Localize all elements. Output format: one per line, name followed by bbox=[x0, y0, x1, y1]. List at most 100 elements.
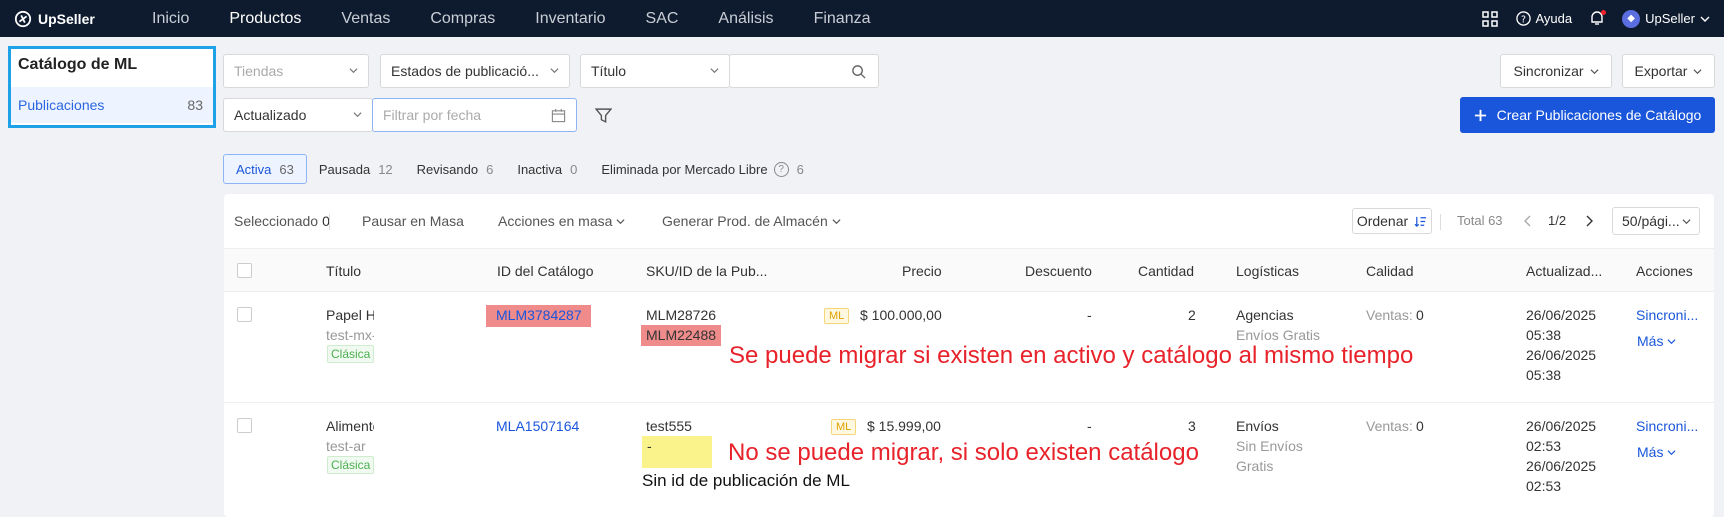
prev-page-icon[interactable] bbox=[1523, 215, 1533, 227]
col-id-catalogo[interactable]: ID del Catálogo bbox=[497, 263, 594, 279]
chevron-down-icon bbox=[616, 218, 625, 224]
stores-select[interactable]: Tiendas bbox=[223, 54, 369, 88]
nav-compras[interactable]: Compras bbox=[430, 10, 495, 28]
highlight-missing-pub-id bbox=[642, 436, 712, 468]
tab-pausada[interactable]: Pausada 12 bbox=[307, 154, 405, 184]
export-dropdown-button[interactable]: Exportar bbox=[1622, 54, 1715, 88]
catalog-id-link[interactable]: MLA1507164 bbox=[496, 418, 579, 434]
divider bbox=[1440, 214, 1441, 230]
logistics-sub: Sin Envíos bbox=[1236, 438, 1303, 454]
create-catalog-button[interactable]: Crear Publicaciones de Catálogo bbox=[1460, 97, 1715, 133]
tab-inactiva[interactable]: Inactiva 0 bbox=[505, 154, 589, 184]
generate-warehouse-dropdown[interactable]: Generar Prod. de Almacén bbox=[662, 213, 841, 229]
chevron-down-icon bbox=[349, 68, 358, 74]
tab-count: 6 bbox=[486, 161, 494, 177]
help-circle-icon[interactable]: ? bbox=[773, 161, 789, 177]
sync-row-link[interactable]: Sincroni... bbox=[1636, 418, 1698, 434]
more-actions-dropdown[interactable]: Más bbox=[1637, 444, 1676, 460]
nav-sac[interactable]: SAC bbox=[646, 10, 679, 28]
notification-bell-icon[interactable] bbox=[1590, 10, 1607, 26]
discount-value: - bbox=[1087, 418, 1092, 434]
quality-value: 0 bbox=[1416, 418, 1424, 434]
filter-funnel-icon[interactable] bbox=[595, 107, 612, 124]
tab-activa[interactable]: Activa 63 bbox=[223, 154, 307, 184]
table-toolbar: Seleccionado 0 Pausar en Masa Acciones e… bbox=[224, 194, 1714, 248]
search-field-select[interactable]: Título bbox=[580, 54, 730, 88]
created-date: 26/06/2025 bbox=[1526, 347, 1597, 363]
user-name: UpSeller bbox=[1645, 11, 1695, 26]
nav-finanza[interactable]: Finanza bbox=[814, 10, 871, 28]
select-all-checkbox[interactable] bbox=[237, 263, 252, 278]
sidebar: Catálogo de ML Publicaciones 83 bbox=[8, 46, 216, 128]
status-tabs: Activa 63 Pausada 12 Revisando 6 Inactiva 0 … bbox=[223, 154, 816, 184]
col-sku[interactable]: SKU/ID de la Pub... bbox=[646, 263, 767, 279]
tab-eliminada[interactable]: Eliminada por Mercado Libre? 6 bbox=[589, 154, 815, 184]
col-precio[interactable]: Precio bbox=[902, 263, 942, 279]
date-filter-input[interactable]: Filtrar por fecha bbox=[372, 98, 577, 132]
help-icon: ? bbox=[1515, 11, 1531, 26]
tab-count: 0 bbox=[570, 161, 578, 177]
col-logisticas[interactable]: Logísticas bbox=[1236, 263, 1299, 279]
pause-mass-button[interactable]: Pausar en Masa bbox=[362, 213, 464, 229]
quantity-value[interactable]: 2 bbox=[1188, 307, 1196, 323]
total-count: Total 63 bbox=[1457, 213, 1503, 228]
date-type-value: Actualizado bbox=[234, 107, 307, 123]
status-select[interactable]: Estados de publicació... bbox=[380, 54, 570, 88]
next-page-icon[interactable] bbox=[1584, 215, 1594, 227]
col-cantidad[interactable]: Cantidad bbox=[1138, 263, 1194, 279]
stores-placeholder: Tiendas bbox=[234, 63, 284, 79]
nav-inicio[interactable]: Inicio bbox=[152, 10, 189, 28]
sidebar-item-publicaciones[interactable]: Publicaciones 83 bbox=[11, 87, 213, 123]
brand-logo[interactable]: UpSeller bbox=[14, 10, 134, 28]
more-label: Más bbox=[1637, 333, 1664, 349]
nav-inventario[interactable]: Inventario bbox=[535, 10, 605, 28]
more-label: Más bbox=[1637, 444, 1664, 460]
product-title[interactable]: Alimento bbox=[326, 418, 380, 434]
help-link[interactable]: ? Ayuda bbox=[1515, 11, 1573, 26]
logistics-sub2: Gratis bbox=[1236, 458, 1274, 474]
search-input[interactable] bbox=[729, 54, 879, 88]
col-actualizado[interactable]: Actualizad... bbox=[1526, 263, 1602, 279]
listing-type-badge: Clásica bbox=[327, 345, 375, 363]
sync-dropdown-button[interactable]: Sincronizar bbox=[1500, 54, 1612, 88]
sort-button[interactable]: Ordenar bbox=[1352, 208, 1432, 234]
page-indicator: 1/2 bbox=[1548, 213, 1567, 228]
mass-actions-dropdown[interactable]: Acciones en masa bbox=[498, 213, 625, 229]
annotation-no-pub-id: Sin id de publicación de ML bbox=[642, 471, 850, 490]
catalog-id-overflow-mask bbox=[586, 413, 626, 443]
user-menu[interactable]: ◆ UpSeller bbox=[1622, 9, 1710, 28]
catalog-id-link[interactable]: MLM3784287 bbox=[496, 307, 582, 323]
date-type-select[interactable]: Actualizado bbox=[223, 98, 373, 132]
tab-revisando[interactable]: Revisando 6 bbox=[405, 154, 506, 184]
annotation-migrate-not-ok: No se puede migrar, si solo existen catá… bbox=[728, 439, 1199, 466]
search-icon[interactable] bbox=[851, 64, 866, 79]
quantity-value[interactable]: 3 bbox=[1188, 418, 1196, 434]
more-actions-dropdown[interactable]: Más bbox=[1637, 333, 1676, 349]
publication-id: - bbox=[647, 438, 652, 454]
col-calidad[interactable]: Calidad bbox=[1366, 263, 1413, 279]
updated-time: 05:38 bbox=[1526, 327, 1562, 343]
nav-analisis[interactable]: Análisis bbox=[718, 10, 773, 28]
logistics-sub: Envíos Gratis bbox=[1236, 327, 1321, 343]
col-descuento[interactable]: Descuento bbox=[1025, 263, 1092, 279]
product-title[interactable]: Papel H bbox=[326, 307, 376, 323]
col-acciones: Acciones bbox=[1636, 263, 1693, 279]
quality-label: Ventas: bbox=[1366, 418, 1413, 434]
row-checkbox[interactable] bbox=[237, 418, 252, 433]
help-label: Ayuda bbox=[1535, 11, 1573, 26]
selected-counter: Seleccionado 0 bbox=[234, 213, 330, 229]
chevron-down-icon bbox=[550, 68, 559, 74]
sync-label: Sincronizar bbox=[1513, 63, 1584, 79]
logistics-value: Envíos bbox=[1236, 418, 1279, 434]
sidebar-item-label: Publicaciones bbox=[18, 97, 105, 113]
selected-label: Seleccionado bbox=[234, 213, 319, 229]
nav-productos[interactable]: Productos bbox=[229, 10, 301, 28]
chevron-down-icon bbox=[1667, 338, 1676, 344]
nav-ventas[interactable]: Ventas bbox=[341, 10, 390, 28]
col-titulo[interactable]: Título bbox=[326, 263, 361, 279]
plus-icon bbox=[1474, 109, 1486, 121]
sync-row-link[interactable]: Sincroni... bbox=[1636, 307, 1698, 323]
apps-grid-icon[interactable] bbox=[1481, 10, 1498, 27]
page-size-select[interactable]: 50/pági... bbox=[1612, 207, 1700, 235]
row-checkbox[interactable] bbox=[237, 307, 252, 322]
